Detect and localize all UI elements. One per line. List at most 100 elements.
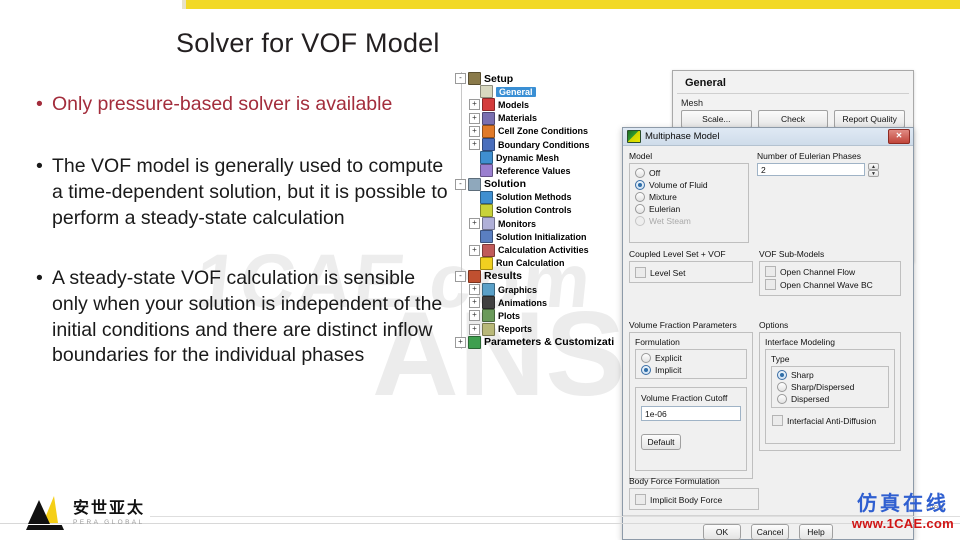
tree-item-monitors[interactable]: + Monitors: [455, 217, 635, 231]
tree-item-parameters-customizati[interactable]: + Parameters & Customizati: [455, 335, 635, 349]
tree-item-plots[interactable]: + Plots: [455, 309, 635, 323]
volume-fraction-cutoff-input[interactable]: 1e-06: [641, 406, 741, 421]
expand-icon[interactable]: +: [455, 336, 466, 348]
check-button[interactable]: Check: [757, 110, 829, 128]
radio-implicit[interactable]: Implicit: [636, 364, 746, 376]
checkbox-implicit-body-force[interactable]: Implicit Body Force: [630, 493, 758, 506]
cancel-button[interactable]: Cancel: [751, 524, 789, 540]
tree-item-animations[interactable]: + Animations: [455, 296, 635, 310]
general-icon: [480, 85, 493, 99]
tree-item-run-calculation[interactable]: Run Calculation: [455, 256, 635, 270]
checkbox-interfacial-anti-diffusion[interactable]: Interfacial Anti-Diffusion: [771, 414, 889, 427]
bullet-text-1: Only pressure-based solver is available: [52, 93, 393, 115]
dialog-titlebar[interactable]: Multiphase Model ✕: [623, 128, 913, 146]
tree-item-label: Parameters & Customizati: [484, 336, 615, 349]
logo-black-triangle: [28, 500, 50, 524]
run-calculation-icon: [480, 256, 493, 270]
collapse-icon[interactable]: -: [455, 270, 466, 282]
checkbox-icon: [635, 494, 646, 505]
radio-dispersed[interactable]: Dispersed: [772, 393, 888, 405]
tree-item-results[interactable]: - Results: [455, 269, 635, 283]
expand-icon[interactable]: +: [469, 284, 480, 296]
tree-item-label: Solution Methods: [496, 192, 572, 203]
checkbox-open-channel-wave-bc[interactable]: Open Channel Wave BC: [760, 278, 900, 291]
tree-item-solution[interactable]: - Solution: [455, 177, 635, 191]
radio-volume-of-fluid[interactable]: Volume of Fluid: [630, 179, 748, 191]
tree-item-label: Reference Values: [496, 165, 571, 176]
expand-icon[interactable]: +: [469, 310, 480, 322]
close-icon[interactable]: ✕: [888, 129, 910, 144]
stepper-down-icon[interactable]: ▼: [868, 170, 879, 177]
tree-item-setup[interactable]: - Setup: [455, 72, 635, 86]
ok-button[interactable]: OK: [703, 524, 741, 540]
top-accent-bar: [186, 0, 960, 9]
default-button[interactable]: Default: [641, 434, 681, 450]
bullet-marker: •: [36, 93, 43, 115]
tree-item-label: Solution Initialization: [496, 231, 587, 242]
checkbox-level-set[interactable]: Level Set: [630, 266, 752, 279]
tree-item-solution-methods[interactable]: Solution Methods: [455, 190, 635, 204]
tree-item-reference-values[interactable]: Reference Values: [455, 164, 635, 178]
bullet-marker: •: [36, 154, 43, 177]
stepper-up-icon[interactable]: ▲: [868, 163, 879, 170]
tree-item-general[interactable]: General: [455, 85, 635, 99]
checkbox-open-channel-flow[interactable]: Open Channel Flow: [760, 265, 900, 278]
tree-item-label: Solution Controls: [496, 205, 572, 216]
general-panel-title: General: [677, 71, 909, 94]
report-quality-button[interactable]: Report Quality: [834, 110, 906, 128]
expander-placeholder: [469, 153, 478, 162]
tree-item-solution-initialization[interactable]: Solution Initialization: [455, 230, 635, 244]
tree-item-reports[interactable]: + Reports: [455, 322, 635, 336]
tree-item-materials[interactable]: + Materials: [455, 111, 635, 125]
help-button[interactable]: Help: [799, 524, 833, 540]
expand-icon[interactable]: +: [469, 125, 480, 137]
expand-icon[interactable]: +: [469, 297, 480, 309]
logo-text: 安世亚太 PERA GLOBAL: [73, 500, 145, 526]
tree-item-cell-zone-conditions[interactable]: + Cell Zone Conditions: [455, 124, 635, 138]
radio-sharp-dispersed[interactable]: Sharp/Dispersed: [772, 381, 888, 393]
radio-icon-selected: [777, 370, 787, 380]
formulation-label: Formulation: [635, 337, 680, 347]
materials-icon: [482, 111, 495, 125]
model-group-label: Model: [629, 151, 653, 161]
expand-icon[interactable]: +: [469, 139, 480, 151]
expand-icon[interactable]: +: [469, 112, 480, 124]
eulerian-phases-input[interactable]: 2: [757, 163, 865, 176]
tree-item-label: Setup: [484, 72, 514, 85]
expand-icon[interactable]: +: [469, 323, 480, 335]
type-label: Type: [771, 354, 790, 364]
vof-sub-models-box: Open Channel Flow Open Channel Wave BC: [759, 261, 901, 296]
radio-off[interactable]: Off: [630, 167, 748, 179]
radio-label: Eulerian: [649, 204, 681, 214]
tree-item-dynamic-mesh[interactable]: Dynamic Mesh: [455, 151, 635, 165]
body-force-formulation-box: Implicit Body Force: [629, 488, 759, 510]
radio-sharp[interactable]: Sharp: [772, 369, 888, 381]
tree-item-solution-controls[interactable]: Solution Controls: [455, 203, 635, 217]
tree-item-label: Calculation Activities: [498, 245, 589, 256]
tree-item-graphics[interactable]: + Graphics: [455, 283, 635, 297]
expand-icon[interactable]: +: [469, 99, 480, 111]
tree-item-calculation-activities[interactable]: + Calculation Activities: [455, 243, 635, 257]
tree-item-models[interactable]: + Models: [455, 98, 635, 112]
scale-button[interactable]: Scale...: [681, 110, 752, 128]
volume-fraction-parameters-group: Volume Fraction Parameters Formulation E…: [629, 320, 753, 479]
radio-mixture[interactable]: Mixture: [630, 191, 748, 203]
checkbox-label: Implicit Body Force: [650, 494, 723, 505]
collapse-icon[interactable]: -: [455, 178, 466, 190]
calculation-activities-icon: [482, 243, 495, 257]
eulerian-phases-group: Number of Eulerian Phases 2 ▲ ▼: [757, 151, 901, 177]
tree-item-label: Results: [484, 270, 522, 283]
tree-item-boundary-conditions[interactable]: + Boundary Conditions: [455, 138, 635, 152]
expand-icon[interactable]: +: [469, 218, 480, 230]
bullet-text-3: A steady-state VOF calculation is sensib…: [52, 266, 443, 367]
radio-explicit[interactable]: Explicit: [636, 352, 746, 364]
expand-icon[interactable]: +: [469, 244, 480, 256]
animations-icon: [482, 296, 495, 310]
body-force-formulation-group: Body Force Formulation Implicit Body For…: [629, 476, 759, 510]
models-icon: [482, 98, 495, 112]
expander-placeholder: [469, 259, 478, 268]
collapse-icon[interactable]: -: [455, 73, 466, 85]
expander-placeholder: [469, 232, 478, 241]
radio-eulerian[interactable]: Eulerian: [630, 203, 748, 215]
eulerian-phases-stepper[interactable]: ▲ ▼: [868, 163, 879, 177]
